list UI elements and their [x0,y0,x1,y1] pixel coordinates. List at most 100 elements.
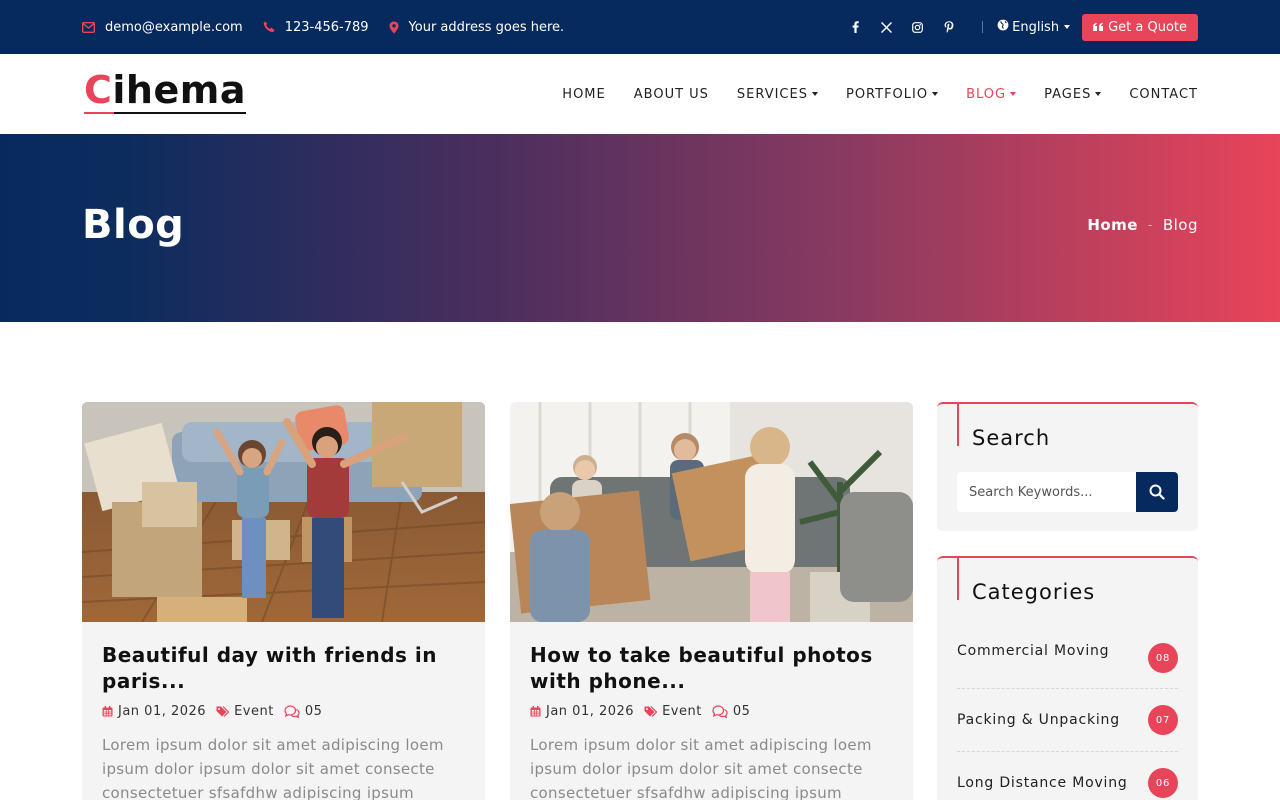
get-quote-button[interactable]: Get a Quote [1082,13,1198,41]
nav-blog[interactable]: BLOG [966,86,1017,102]
facebook-icon[interactable] [840,17,871,37]
contact-info: demo@example.com 123-456-789 Your addres… [82,0,564,54]
post-body: Beautiful day with friends in paris... J… [82,622,485,800]
categories-widget-title: Categories [937,558,1198,604]
contact-email[interactable]: demo@example.com [82,20,243,35]
category-label: Packing & Unpacking [957,712,1120,728]
category-item[interactable]: Commercial Moving 08 [957,642,1178,689]
post-category-text: Event [662,704,702,719]
nav-portfolio-label: PORTFOLIO [845,86,929,102]
search-form [957,472,1178,512]
nav-contact-label: CONTACT [1129,86,1198,102]
top-bar: demo@example.com 123-456-789 Your addres… [0,0,1280,54]
nav-home[interactable]: HOME [562,87,605,102]
post-category[interactable]: Event [216,704,274,719]
main-header: Cihema HOME ABOUT US SERVICES PORTFOLIO … [0,54,1280,134]
breadcrumb-current: Blog [1162,216,1198,234]
category-list: Commercial Moving 08 Packing & Unpacking… [957,642,1178,800]
nav-about-us[interactable]: ABOUT US [634,87,709,102]
contact-address: Your address goes here. [389,19,565,35]
category-label: Long Distance Moving [957,775,1128,791]
nav-blog-label: BLOG [966,86,1007,102]
nav-pages[interactable]: PAGES [1044,86,1102,102]
nav-about-us-label: ABOUT US [633,86,709,102]
contact-email-text: demo@example.com [105,19,243,35]
globe-icon [997,19,1009,35]
breadcrumb-home[interactable]: Home [1087,216,1138,234]
breadcrumb: Home - Blog [1087,216,1198,234]
tags-icon [644,706,658,717]
page-title: Blog [82,202,185,248]
post-date-text: Jan 01, 2026 [118,704,207,719]
site-logo[interactable]: Cihema [84,68,246,114]
post-date: Jan 01, 2026 [102,704,206,719]
post-comments[interactable]: 05 [712,704,751,719]
post-comments-count: 05 [304,704,323,719]
map-marker-icon [389,21,399,34]
post-meta: Jan 01, 2026 Event 05 [102,704,465,719]
category-label: Commercial Moving [957,643,1110,659]
main-nav: HOME ABOUT US SERVICES PORTFOLIO BLOG PA… [562,54,1198,134]
search-button[interactable] [1136,472,1178,512]
chevron-down-icon [932,92,939,96]
nav-home-label: HOME [562,86,606,102]
nav-services-label: SERVICES [736,86,808,102]
calendar-icon [102,706,113,717]
logo-initial: C [84,68,113,112]
chevron-down-icon [1064,25,1071,29]
post-comments[interactable]: 05 [284,704,323,719]
quote-icon [1093,20,1104,35]
post-image[interactable] [510,402,913,622]
post-title[interactable]: Beautiful day with friends in paris... [102,642,465,694]
post-category[interactable]: Event [644,704,702,719]
breadcrumb-separator: - [1147,218,1153,232]
categories-widget: Categories Commercial Moving 08 Packing … [937,556,1198,800]
post-date-text: Jan 01, 2026 [546,704,635,719]
logo-text: ihema [112,68,246,112]
phone-icon [263,21,275,33]
comments-icon [712,705,728,718]
blog-post-card: Beautiful day with friends in paris... J… [82,402,485,800]
search-icon [1149,484,1165,500]
get-quote-label: Get a Quote [1108,19,1187,35]
contact-phone-text: 123-456-789 [284,19,369,35]
divider [982,21,984,33]
chevron-down-icon [1095,92,1102,96]
calendar-icon [530,706,541,717]
contact-phone[interactable]: 123-456-789 [263,20,369,35]
nav-pages-label: PAGES [1044,86,1092,102]
instagram-icon[interactable] [902,17,933,37]
blog-post-card: How to take beautiful photos with phone.… [510,402,913,800]
post-date: Jan 01, 2026 [530,704,634,719]
logo-underline [84,112,246,114]
language-selector[interactable]: English [997,19,1071,35]
category-count-badge: 06 [1148,768,1178,798]
nav-contact[interactable]: CONTACT [1129,87,1198,102]
top-bar-right: English Get a Quote [840,0,1198,54]
chevron-down-icon [811,92,818,96]
post-image[interactable] [82,402,485,622]
language-label: English [1012,19,1060,35]
pinterest-icon[interactable] [933,17,964,37]
post-meta: Jan 01, 2026 Event 05 [530,704,893,719]
nav-portfolio[interactable]: PORTFOLIO [845,86,939,102]
envelope-icon [82,21,95,33]
post-excerpt: Lorem ipsum dolor sit amet adipiscing lo… [530,736,872,800]
comments-icon [284,705,300,718]
post-category-text: Event [234,704,274,719]
category-count-badge: 07 [1148,705,1178,735]
search-widget-title: Search [937,404,1198,450]
page-banner: Blog Home - Blog [0,134,1280,322]
search-widget: Search [937,402,1198,531]
category-item[interactable]: Packing & Unpacking 07 [957,689,1178,752]
social-links [840,17,964,37]
x-icon[interactable] [871,17,902,37]
tags-icon [216,706,230,717]
post-title[interactable]: How to take beautiful photos with phone.… [530,642,893,694]
search-input[interactable] [957,472,1136,512]
category-count-badge: 08 [1148,643,1178,673]
post-body: How to take beautiful photos with phone.… [510,622,913,800]
contact-address-text: Your address goes here. [408,19,565,35]
nav-services[interactable]: SERVICES [737,87,818,102]
category-item[interactable]: Long Distance Moving 06 [957,752,1178,800]
